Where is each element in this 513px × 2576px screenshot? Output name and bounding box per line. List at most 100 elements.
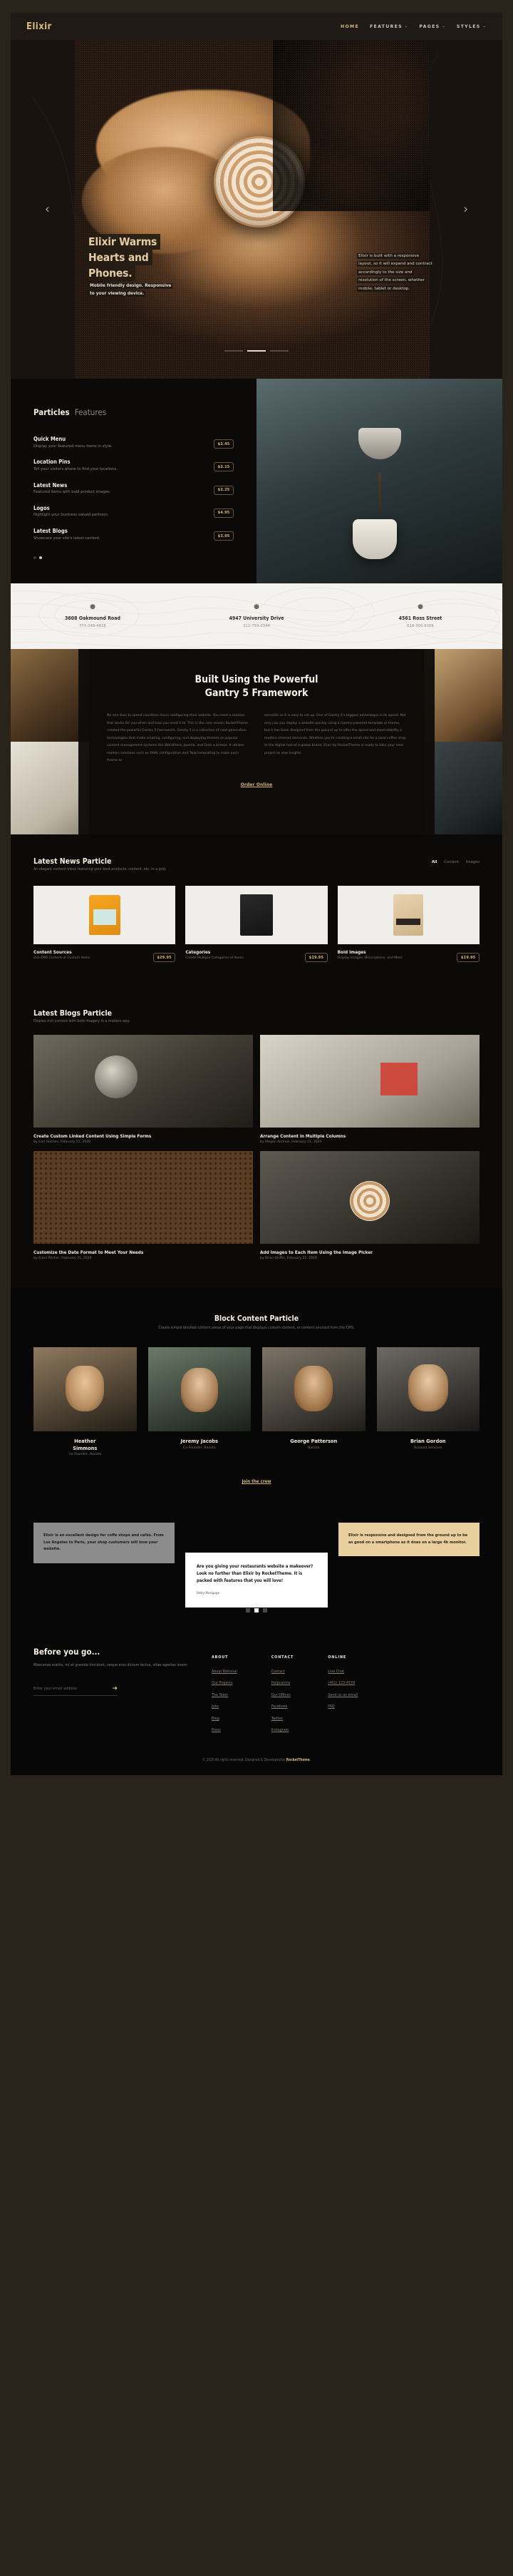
gantry-tile-image	[11, 742, 89, 835]
filter-images[interactable]: Images	[466, 860, 480, 864]
price-badge: $29.95	[152, 953, 176, 963]
newsletter-form: ➜	[33, 1685, 118, 1696]
nav-item-pages[interactable]: PAGES ⌄	[419, 24, 446, 29]
particle-row[interactable]: Latest Blogs Showcase your site's latest…	[33, 528, 234, 541]
hero-subtitle-line: Mobile friendly design. Responsive	[88, 283, 173, 289]
team-grid: Heather Simmons Co-Founder, Barista Jere…	[33, 1347, 480, 1456]
blog-card-image	[33, 1151, 253, 1244]
footer-link[interactable]: Our Offices	[271, 1693, 294, 1697]
testimonial-card-center[interactable]: Are you giving your restaurants website …	[185, 1552, 328, 1608]
particles-section: Particles Features Quick Menu Display yo…	[11, 379, 502, 584]
footer-link[interactable]: FAQ	[328, 1704, 358, 1709]
footer-link-columns: ABOUT About Rational Our Projects The Te…	[212, 1647, 358, 1740]
location-item[interactable]: ● 4947 University Drive 312-759-0344	[196, 604, 317, 629]
team-member[interactable]: Heather Simmons Co-Founder, Barista	[33, 1347, 137, 1456]
nav-item-features[interactable]: FEATURES ⌄	[370, 24, 408, 29]
blog-card-title: Create Custom Linked Content Using Simpl…	[33, 1133, 152, 1140]
footer-link[interactable]: Twitter	[271, 1717, 294, 1721]
blog-card[interactable]: Add Images to Each Item Using the Image …	[260, 1151, 480, 1260]
blog-card-image	[260, 1035, 480, 1128]
testimonial-quote: Are you giving your restaurants website …	[197, 1563, 314, 1584]
hero-desc-line: resolution of the screen, whether	[357, 277, 426, 284]
particle-title: Logos	[33, 504, 50, 511]
location-phone: 312-759-0344	[243, 624, 270, 629]
page-top-padding	[0, 0, 513, 13]
blog-card-image	[33, 1035, 253, 1128]
blog-card[interactable]: Create Custom Linked Content Using Simpl…	[33, 1035, 253, 1144]
hero-title-line: Hearts and	[86, 250, 152, 265]
news-card-footer: Content Sources Use CMS Content or Custo…	[33, 944, 176, 963]
footer-link[interactable]: Press	[212, 1728, 237, 1732]
location-item[interactable]: ● 4561 Ross Street 618-300-6306	[360, 604, 481, 629]
team-member[interactable]: George Patterson Barista	[262, 1347, 366, 1456]
carousel-next-button[interactable]: ›	[463, 203, 468, 215]
nav-item-styles[interactable]: STYLES ⌄	[457, 24, 487, 29]
submit-arrow-icon[interactable]: ➜	[112, 1685, 118, 1692]
footer-link[interactable]: Instagram	[271, 1728, 294, 1732]
price-badge: $2.45	[214, 439, 234, 449]
copyright-brand[interactable]: RocketTheme	[286, 1759, 310, 1762]
location-address: 4947 University Drive	[229, 615, 284, 622]
footer-link[interactable]: Jobs	[212, 1704, 237, 1709]
particles-dot[interactable]	[33, 556, 36, 560]
nav-item-home[interactable]: HOME	[341, 24, 359, 29]
team-member[interactable]: Jeremy Jacobs Co-Founder, Barista	[147, 1347, 251, 1456]
blogs-grid: Create Custom Linked Content Using Simpl…	[33, 1035, 480, 1260]
order-online-link[interactable]: Order Online	[241, 782, 273, 787]
news-card[interactable]: Content Sources Use CMS Content or Custo…	[33, 886, 176, 963]
news-card[interactable]: Categories Create Multiple Categories of…	[185, 886, 328, 963]
particle-row[interactable]: Logos Highlight your business valued par…	[33, 505, 234, 518]
footer-link[interactable]: The Team	[212, 1693, 237, 1697]
location-item[interactable]: ● 3608 Oakmound Road 773-248-4838	[32, 604, 153, 629]
footer-link[interactable]: Live Chat	[328, 1670, 358, 1674]
footer-link[interactable]: Helpcentre	[271, 1681, 294, 1685]
hero-desc-line: mobile, tablet or desktop.	[357, 285, 412, 292]
join-the-crew-link[interactable]: Join the crew	[242, 1479, 271, 1484]
coffee-bag-shape	[393, 894, 424, 936]
site-logo[interactable]: Elixir	[26, 21, 52, 32]
particle-row[interactable]: Latest News Featured items with bold pro…	[33, 482, 234, 495]
page-root: Elixir HOME FEATURES ⌄ PAGES ⌄ STYLES ⌄	[0, 0, 513, 1791]
footer-link[interactable]: Blog	[212, 1717, 237, 1721]
particles-heading-light: Features	[74, 407, 107, 417]
footer-link[interactable]: Send us an email	[328, 1693, 358, 1697]
hero-subtitle: Mobile friendly design. Responsive to yo…	[88, 282, 177, 297]
carousel-prev-button[interactable]: ‹	[45, 203, 50, 215]
news-card-title: Bold Images	[337, 949, 366, 956]
testimonial-card-left[interactable]: Elixir is an excellent design for coffe …	[33, 1522, 175, 1564]
footer-column-contact: CONTACT Contact Helpcentre Our Offices F…	[271, 1655, 294, 1740]
particle-row[interactable]: Quick Menu Display your featured menu it…	[33, 436, 234, 449]
footer-column-title: CONTACT	[271, 1655, 294, 1660]
gantry-tile-image	[11, 649, 89, 742]
team-member-photo	[262, 1347, 366, 1432]
team-heading: Block Content Particle	[214, 1314, 299, 1324]
footer-column-about: ABOUT About Rational Our Projects The Te…	[212, 1655, 237, 1740]
page-content: Elixir HOME FEATURES ⌄ PAGES ⌄ STYLES ⌄	[11, 13, 502, 1775]
testimonial-dot-active[interactable]	[254, 1608, 259, 1612]
gantry-title: Built Using the Powerful Gantry 5 Framew…	[107, 673, 406, 700]
blog-card[interactable]: Customize the Date Format to Meet Your N…	[33, 1151, 253, 1260]
blog-card[interactable]: Arrange Content in Multiple Columns by M…	[260, 1035, 480, 1144]
team-member[interactable]: Brian Gordon Account Services	[376, 1347, 480, 1456]
footer-link[interactable]: (401) 123-4578	[328, 1681, 358, 1685]
footer-link[interactable]: Our Projects	[212, 1681, 237, 1685]
carousel-dot-active[interactable]	[247, 350, 266, 352]
carousel-dot[interactable]	[224, 350, 243, 352]
carousel-dot[interactable]	[270, 350, 289, 352]
testimonial-card-right[interactable]: Elixir is responsive and designed from t…	[338, 1522, 480, 1557]
filter-content[interactable]: Content	[444, 860, 459, 864]
email-input[interactable]	[33, 1687, 105, 1692]
gantry-title-line: Built Using the Powerful	[195, 674, 318, 686]
footer-link[interactable]: Contact	[271, 1670, 294, 1674]
particles-dot-active[interactable]	[39, 556, 42, 560]
filter-all[interactable]: All	[432, 860, 437, 864]
news-card[interactable]: Bold Images Display Images, Descriptions…	[337, 886, 480, 963]
coffee-bag-shape	[239, 894, 273, 936]
footer-link[interactable]: Facebook	[271, 1704, 294, 1709]
testimonial-dot[interactable]	[246, 1608, 250, 1612]
gantry-overlay-card: Built Using the Powerful Gantry 5 Framew…	[78, 649, 435, 835]
testimonial-dot[interactable]	[263, 1608, 267, 1612]
particle-row[interactable]: Location Pins Tell your visitors where t…	[33, 459, 234, 472]
nav-label: STYLES	[456, 24, 481, 29]
footer-link[interactable]: About Rational	[212, 1670, 237, 1674]
